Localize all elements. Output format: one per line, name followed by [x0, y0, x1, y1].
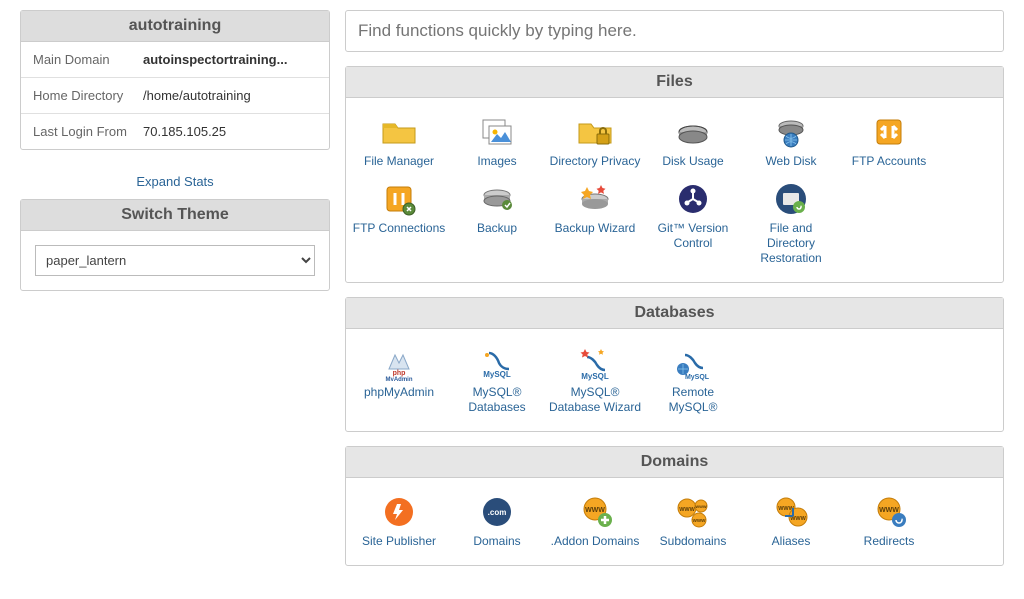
mysql-item[interactable]: MySQL MySQL® Databases — [448, 339, 546, 421]
git-icon — [673, 181, 713, 217]
redirects-icon: WWW — [869, 494, 909, 530]
item-label: Web Disk — [744, 154, 838, 169]
info-row: Main Domainautoinspectortraining... — [21, 42, 329, 78]
ftp-accounts-item[interactable]: FTP Accounts — [840, 108, 938, 175]
item-label: Directory Privacy — [548, 154, 642, 169]
publisher-icon — [379, 494, 419, 530]
domains-item[interactable]: .com Domains — [448, 488, 546, 555]
item-label: File and Directory Restoration — [744, 221, 838, 266]
svg-text:MyAdmin: MyAdmin — [386, 377, 413, 381]
info-value: autoinspectortraining... — [143, 52, 317, 67]
folder-icon — [379, 114, 419, 150]
files-section: Files File Manager Images Directory Privac… — [345, 66, 1004, 283]
search-input[interactable] — [345, 10, 1004, 52]
info-value: /home/autotraining — [143, 88, 317, 103]
item-label: Images — [450, 154, 544, 169]
files-header: Files — [346, 67, 1003, 98]
info-row: Home Directory/home/autotraining — [21, 78, 329, 114]
item-label: Backup — [450, 221, 544, 236]
disk-icon — [673, 114, 713, 150]
item-label: Subdomains — [646, 534, 740, 549]
info-label: Main Domain — [33, 52, 143, 67]
info-label: Home Directory — [33, 88, 143, 103]
backup-item[interactable]: Backup — [448, 175, 546, 272]
redirects-item[interactable]: WWW Redirects — [840, 488, 938, 555]
item-label: Disk Usage — [646, 154, 740, 169]
mysql-icon: MySQL — [477, 345, 517, 381]
phpmyadmin-icon: phpMyAdmin — [379, 345, 419, 381]
ftp-conn-item[interactable]: FTP Connections — [350, 175, 448, 272]
item-label: MySQL® Databases — [450, 385, 544, 415]
switch-theme-panel: Switch Theme paper_lantern — [20, 199, 330, 291]
subdomains-icon: WWWWWWWWW — [673, 494, 713, 530]
item-label: Aliases — [744, 534, 838, 549]
item-label: .Addon Domains — [548, 534, 642, 549]
restore-icon — [771, 181, 811, 217]
switch-theme-title: Switch Theme — [21, 200, 329, 231]
backup-icon — [477, 181, 517, 217]
item-label: Backup Wizard — [548, 221, 642, 236]
item-label: Site Publisher — [352, 534, 446, 549]
svg-text:php: php — [393, 370, 406, 377]
disk-item[interactable]: Disk Usage — [644, 108, 742, 175]
item-label: phpMyAdmin — [352, 385, 446, 400]
folder-lock-item[interactable]: Directory Privacy — [546, 108, 644, 175]
account-info-panel: autotraining Main Domainautoinspectortra… — [20, 10, 330, 150]
mysql-remote-icon: MySQL — [673, 345, 713, 381]
svg-text:MySQL: MySQL — [685, 374, 710, 381]
item-label: Redirects — [842, 534, 936, 549]
restore-item[interactable]: File and Directory Restoration — [742, 175, 840, 272]
aliases-icon: WWWWWW — [771, 494, 811, 530]
ftp-accounts-icon — [869, 114, 909, 150]
svg-text:WWW: WWW — [679, 507, 695, 513]
expand-stats-link[interactable]: Expand Stats — [20, 164, 330, 199]
publisher-item[interactable]: Site Publisher — [350, 488, 448, 555]
mysql-wiz-icon: MySQL — [575, 345, 615, 381]
addon-item[interactable]: WWW .Addon Domains — [546, 488, 644, 555]
webdisk-item[interactable]: Web Disk — [742, 108, 840, 175]
svg-text:WWW: WWW — [693, 518, 706, 523]
ftp-conn-icon — [379, 181, 419, 217]
item-label: Git™ Version Control — [646, 221, 740, 251]
mysql-remote-item[interactable]: MySQL Remote MySQL® — [644, 339, 742, 421]
info-row: Last Login From70.185.105.25 — [21, 114, 329, 149]
item-label: Remote MySQL® — [646, 385, 740, 415]
item-label: MySQL® Database Wizard — [548, 385, 642, 415]
git-item[interactable]: Git™ Version Control — [644, 175, 742, 272]
svg-text:MySQL: MySQL — [483, 370, 511, 379]
svg-text:WWW: WWW — [585, 507, 605, 514]
phpmyadmin-item[interactable]: phpMyAdminphpMyAdmin — [350, 339, 448, 421]
databases-section: Databases phpMyAdminphpMyAdminMySQLMySQL… — [345, 297, 1004, 432]
item-label: FTP Connections — [352, 221, 446, 236]
domains-icon: .com — [477, 494, 517, 530]
images-item[interactable]: Images — [448, 108, 546, 175]
webdisk-icon — [771, 114, 811, 150]
backup-wiz-item[interactable]: Backup Wizard — [546, 175, 644, 272]
folder-lock-icon — [575, 114, 615, 150]
svg-text:WWW: WWW — [695, 504, 707, 509]
info-value: 70.185.105.25 — [143, 124, 317, 139]
aliases-item[interactable]: WWWWWW Aliases — [742, 488, 840, 555]
item-label: File Manager — [352, 154, 446, 169]
svg-text:MySQL: MySQL — [581, 372, 609, 381]
backup-wiz-icon — [575, 181, 615, 217]
item-label: Domains — [450, 534, 544, 549]
info-label: Last Login From — [33, 124, 143, 139]
addon-icon: WWW — [575, 494, 615, 530]
mysql-wiz-item[interactable]: MySQL MySQL® Database Wizard — [546, 339, 644, 421]
item-label: FTP Accounts — [842, 154, 936, 169]
svg-text:WWW: WWW — [879, 507, 899, 514]
account-title: autotraining — [21, 11, 329, 42]
images-icon — [477, 114, 517, 150]
theme-select[interactable]: paper_lantern — [35, 245, 315, 276]
domains-section: Domains Site Publisher .com Domains WWW .Add… — [345, 446, 1004, 566]
domains-header: Domains — [346, 447, 1003, 478]
subdomains-item[interactable]: WWWWWWWWWSubdomains — [644, 488, 742, 555]
folder-item[interactable]: File Manager — [350, 108, 448, 175]
databases-header: Databases — [346, 298, 1003, 329]
svg-text:.com: .com — [488, 508, 507, 517]
